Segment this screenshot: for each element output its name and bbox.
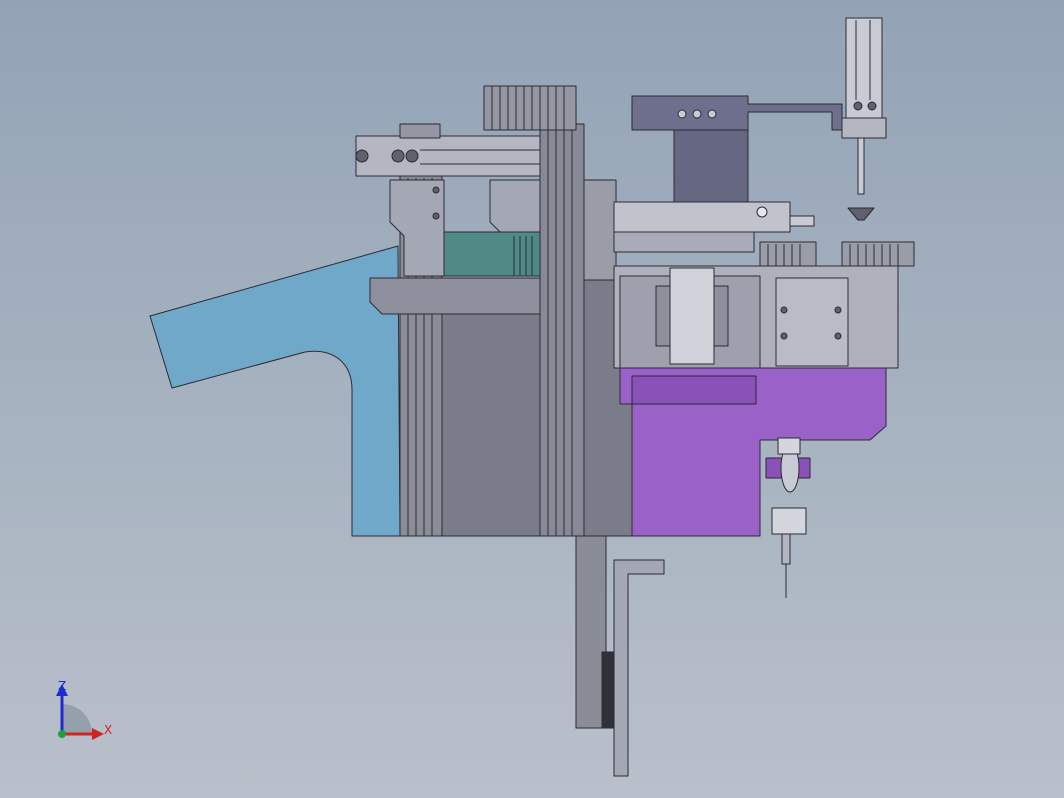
top-slate-plate[interactable]: [631, 95, 843, 131]
suction-cup[interactable]: [847, 207, 875, 221]
front-shelf[interactable]: [369, 277, 541, 315]
coordinate-triad-icon: Z X: [56, 679, 112, 740]
blue-angled-arm[interactable]: [149, 245, 401, 537]
ribbed-column[interactable]: [539, 123, 585, 537]
triad-x-label: X: [104, 723, 112, 737]
vertical-cylinder[interactable]: [845, 17, 883, 121]
horizontal-cylinder[interactable]: [355, 135, 541, 177]
top-ribbed-block[interactable]: [483, 85, 577, 131]
right-gear[interactable]: [841, 241, 915, 267]
assembly-model-view[interactable]: [0, 0, 1064, 798]
triad-z-label: Z: [58, 679, 66, 693]
spindle[interactable]: [669, 267, 715, 365]
probe-holder[interactable]: [771, 507, 807, 535]
cad-graphics-viewport[interactable]: Z X: [0, 0, 1064, 798]
